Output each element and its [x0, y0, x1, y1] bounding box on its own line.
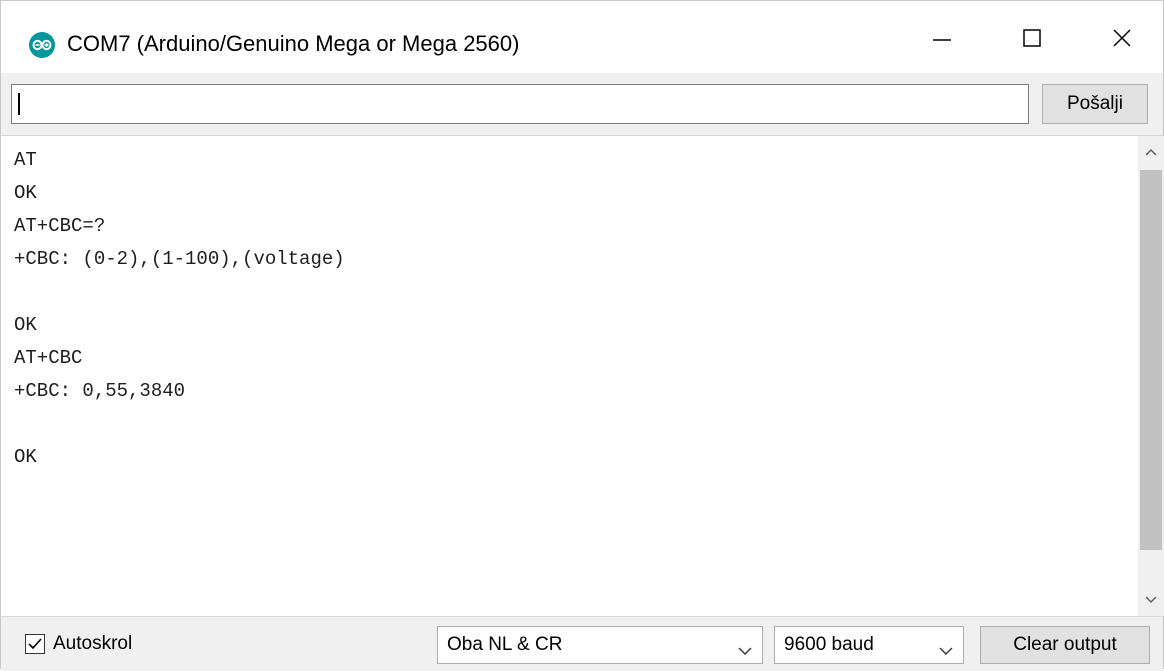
baud-rate-select[interactable]: 9600 baud — [774, 626, 964, 664]
baud-rate-value: 9600 baud — [784, 634, 874, 655]
serial-output[interactable]: AT OK AT+CBC=? +CBC: (0-2),(1-100),(volt… — [2, 136, 1138, 616]
autoscroll-label: Autoskrol — [53, 633, 133, 654]
title-bar[interactable]: COM7 (Arduino/Genuino Mega or Mega 2560) — [1, 1, 1163, 73]
maximize-button[interactable] — [987, 1, 1077, 73]
scroll-thumb[interactable] — [1140, 170, 1162, 550]
minimize-icon — [932, 27, 952, 47]
output-line: +CBC: 0,55,3840 — [14, 380, 186, 402]
scroll-up-button[interactable] — [1138, 136, 1164, 168]
autoscroll-checkbox[interactable] — [25, 634, 45, 654]
scroll-down-button[interactable] — [1138, 584, 1164, 616]
line-ending-value: Oba NL & CR — [447, 634, 563, 655]
line-ending-select[interactable]: Oba NL & CR — [437, 626, 763, 664]
output-line: OK — [14, 314, 37, 336]
chevron-up-icon — [1145, 143, 1157, 161]
chevron-down-icon — [738, 640, 752, 662]
output-line: AT+CBC — [14, 347, 83, 369]
output-line: +CBC: (0-2),(1-100),(voltage) — [14, 248, 345, 270]
maximize-icon — [1022, 27, 1042, 47]
output-line: OK — [14, 182, 37, 204]
clear-output-button[interactable]: Clear output — [980, 626, 1150, 664]
close-icon — [1112, 27, 1132, 47]
autoscroll-toggle[interactable]: Autoskrol — [25, 633, 132, 655]
chevron-down-icon — [939, 640, 953, 662]
serial-monitor-window: COM7 (Arduino/Genuino Mega or Mega 2560)… — [0, 0, 1164, 671]
output-line: AT+CBC=? — [14, 215, 106, 237]
chevron-down-icon — [1145, 591, 1157, 609]
bottom-bar: Autoskrol Oba NL & CR 9600 baud Clear ou… — [1, 616, 1163, 671]
arduino-logo-icon — [29, 32, 55, 58]
output-line: AT — [14, 149, 37, 171]
output-line: OK — [14, 446, 37, 468]
close-button[interactable] — [1077, 1, 1164, 73]
text-caret — [18, 93, 20, 115]
send-input[interactable] — [11, 84, 1029, 124]
send-button[interactable]: Pošalji — [1042, 84, 1148, 124]
minimize-button[interactable] — [897, 1, 987, 73]
output-scrollbar[interactable] — [1138, 136, 1164, 616]
send-row: Pošalji — [1, 73, 1163, 136]
window-title: COM7 (Arduino/Genuino Mega or Mega 2560) — [67, 31, 520, 56]
